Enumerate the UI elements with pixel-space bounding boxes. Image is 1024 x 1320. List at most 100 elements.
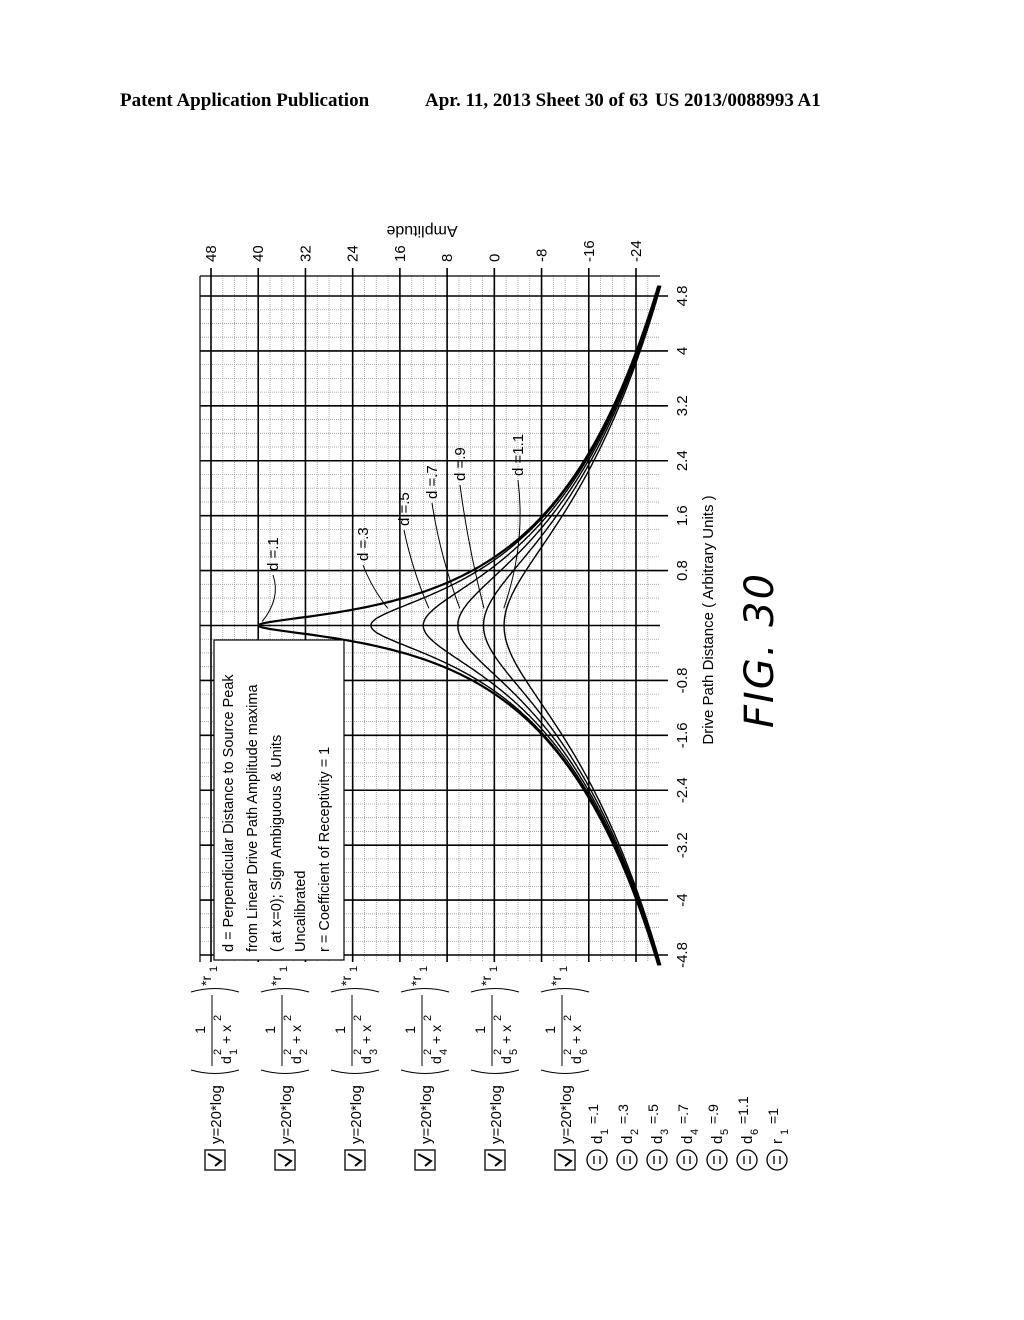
x-tick-label: -1.6 [674,722,691,748]
fraction-numerator: 1 [542,1026,558,1034]
checkbox[interactable] [484,1149,506,1171]
equation-suffix: *r [478,976,494,986]
definition-var: d [619,1136,636,1144]
definition-row: d6 =1.1 [735,1096,761,1144]
definition-value: =.1 [585,1104,601,1124]
plus-x-squared: + x [568,1025,584,1044]
definition-var: d [589,1136,606,1144]
definition-value: =.3 [615,1104,631,1124]
series-label: d =1.1 [510,434,527,476]
definition-value: =.7 [675,1104,691,1124]
x-tick-label: 3.2 [674,395,691,416]
x-exponent: 2 [562,1015,574,1021]
definition-var: d [679,1136,696,1144]
x-exponent: 2 [352,1015,364,1021]
equals-icon [586,1149,608,1171]
equation-suffix: *r [408,976,424,986]
denominator-subscript: 5 [508,1049,520,1055]
plus-x-squared: + x [218,1025,234,1044]
equation-row: y=20*log1d52+ x2*r1 [470,966,520,1171]
series-leader-line [362,564,389,609]
suffix-subscript: 1 [488,966,500,972]
equals-icon [616,1149,638,1171]
fraction-numerator: 1 [332,1026,348,1034]
equation-prefix: y=20*log [208,1085,225,1144]
denominator-exponent: 2 [422,1049,434,1055]
annotation-line: ( at x=0); Sign Ambiguous & Units [269,735,285,952]
paren-left [540,1069,590,1074]
plus-x-squared: + x [288,1025,304,1044]
series-label: d =.9 [452,447,469,481]
equation-row: y=20*log1d62+ x2*r1 [540,966,590,1171]
x-tick-label: -4.8 [674,942,691,968]
equation-row: y=20*log1d22+ x2*r1 [260,966,310,1171]
denominator-exponent: 2 [282,1049,294,1055]
x-exponent: 2 [492,1015,504,1021]
definition-subscript: 4 [689,1129,701,1135]
fraction-denominator: d [568,1056,584,1064]
equation-row: y=20*log1d12+ x2*r1 [190,966,240,1171]
paren-left [260,1069,310,1074]
fraction-denominator: d [498,1056,514,1064]
suffix-subscript: 1 [418,966,430,972]
definition-row: r 1 =1 [765,1108,791,1144]
paren-right [400,988,450,993]
equation-prefix: y=20*log [278,1085,295,1144]
definition-value: =.5 [645,1104,661,1124]
checkbox[interactable] [554,1149,576,1171]
equation-suffix: *r [198,976,214,986]
x-tick-label: 4.8 [674,286,691,307]
x-tick-label: 2.4 [674,450,691,471]
plus-x-squared: + x [428,1025,444,1044]
x-exponent: 2 [282,1015,294,1021]
suffix-subscript: 1 [278,966,290,972]
definition-subscript: 2 [629,1129,641,1135]
annotation-line: r = Coefficient of Receptivity = 1 [317,747,333,952]
x-tick-label: -2.4 [674,777,691,803]
definition-var: d [649,1136,666,1144]
figure-label: FIG. 30 [737,571,783,729]
series-label: d =.1 [265,537,282,571]
definition-subscript: 1 [599,1129,611,1135]
equals-icon [646,1149,668,1171]
x-tick-label: -4 [674,893,691,906]
definition-list: d1=.1d2=.3d3=.5d4=.7d5=.9d6=1.1r1=1 [585,1096,791,1171]
checkbox[interactable] [204,1149,226,1171]
equation-suffix: *r [548,976,564,986]
definition-row: d5 =.9 [705,1104,731,1144]
x-tick-label: 0.8 [674,560,691,581]
checkbox[interactable] [344,1149,366,1171]
denominator-exponent: 2 [352,1049,364,1055]
denominator-subscript: 1 [228,1049,240,1055]
y-axis-title: Amplitude [386,222,457,239]
equals-icon [706,1149,728,1171]
definition-row: d2 =.3 [615,1104,641,1144]
denominator-subscript: 4 [438,1049,450,1055]
series-label: d =.7 [424,465,441,499]
definition-var: d [709,1136,726,1144]
paren-right [540,988,590,993]
definition-value: =.9 [705,1104,721,1124]
fraction-numerator: 1 [262,1026,278,1034]
equation-prefix: y=20*log [348,1085,365,1144]
fraction-numerator: 1 [192,1026,208,1034]
plus-x-squared: + x [358,1025,374,1044]
y-tick-label: 40 [250,245,267,262]
x-tick-label: 1.6 [674,505,691,526]
equation-suffix: *r [268,976,284,986]
x-exponent: 2 [212,1015,224,1021]
denominator-exponent: 2 [212,1049,224,1055]
x-tick-label: -0.8 [674,667,691,693]
definition-subscript: 3 [659,1129,671,1135]
equals-icon [676,1149,698,1171]
equation-row: y=20*log1d32+ x2*r1 [330,966,380,1171]
checkbox[interactable] [274,1149,296,1171]
x-tick-label: 4 [674,347,691,355]
fraction-denominator: d [358,1056,374,1064]
definition-var: r [769,1139,786,1144]
checkbox[interactable] [414,1149,436,1171]
suffix-subscript: 1 [558,966,570,972]
annotation-line: d = Perpendicular Distance to Source Pea… [221,674,237,952]
y-tick-label: 48 [203,245,220,262]
definition-row: d4 =.7 [675,1104,701,1144]
